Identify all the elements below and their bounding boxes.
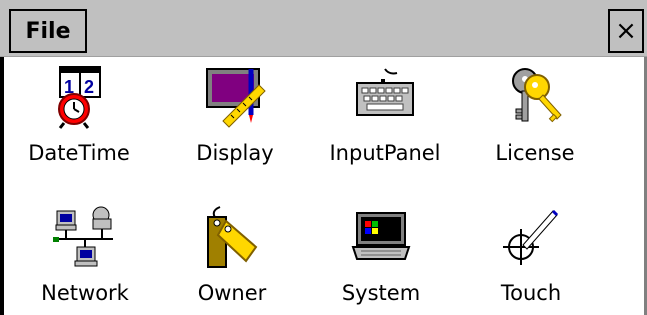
item-label: Touch (500, 281, 562, 305)
system-icon (349, 205, 413, 269)
item-owner[interactable]: Owner (157, 205, 307, 305)
item-network[interactable]: Network (10, 205, 160, 305)
item-label: Network (41, 281, 129, 305)
item-label: DateTime (28, 141, 130, 165)
item-license[interactable]: License (460, 65, 610, 165)
file-menu[interactable]: File (9, 9, 87, 53)
keyboard-icon (353, 65, 417, 129)
item-datetime[interactable]: 1 2 DateTime (4, 65, 154, 165)
touch-crosshair-icon (499, 205, 563, 269)
close-button[interactable]: × (608, 9, 644, 53)
network-icon (53, 205, 117, 269)
item-inputpanel[interactable]: InputPanel (310, 65, 460, 165)
item-label: Display (196, 141, 274, 165)
datetime-icon: 1 2 (47, 65, 111, 129)
item-display[interactable]: Display (160, 65, 310, 165)
display-icon (203, 65, 267, 129)
menu-bar: File × (0, 0, 647, 57)
control-panel-window: File × 1 2 DateTime Display InputPanel L… (0, 0, 647, 315)
svg-text:2: 2 (84, 77, 94, 97)
item-label: Owner (197, 281, 267, 305)
keys-icon (503, 65, 567, 129)
item-system[interactable]: System (306, 205, 456, 305)
tag-icon (200, 205, 264, 269)
item-label: System (341, 281, 421, 305)
item-label: License (495, 141, 575, 165)
item-label: InputPanel (329, 141, 441, 165)
item-touch[interactable]: Touch (456, 205, 606, 305)
